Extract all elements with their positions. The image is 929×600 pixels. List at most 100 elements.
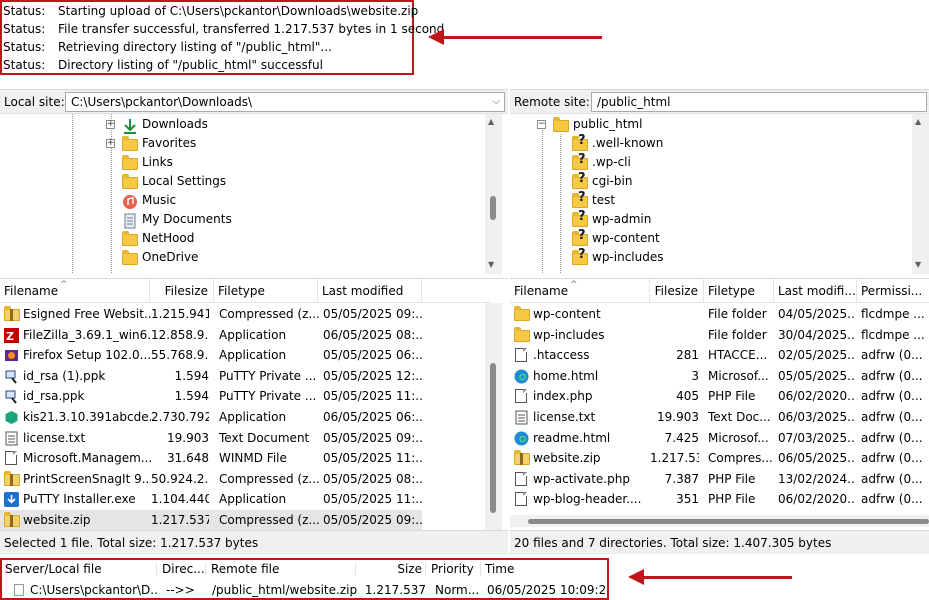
local-site-path-input[interactable]: C:\Users\pckantor\Downloads\ ⌵ — [65, 92, 505, 112]
column-label: Last modifi... — [778, 284, 856, 298]
column-header-filename[interactable]: Filename ^ — [510, 279, 650, 303]
message-log[interactable]: Status: Starting upload of C:\Users\pcka… — [0, 0, 929, 80]
file-type: File folder — [708, 327, 767, 342]
column-header-filetype[interactable]: Filetype — [704, 279, 774, 303]
local-tree-scrollbar[interactable]: ▲ ▼ — [485, 114, 502, 274]
tree-item[interactable]: ? test — [572, 191, 822, 210]
column-header-filesize[interactable]: Filesize — [650, 279, 704, 303]
tree-item[interactable]: Local Settings — [122, 172, 372, 191]
queue-row[interactable]: C:\Users\pckantor\D... -->> /public_html… — [2, 582, 607, 598]
tree-item[interactable]: ? wp-admin — [572, 210, 822, 229]
tree-item-label: Favorites — [142, 136, 197, 150]
file-row[interactable]: Z FileZilla_3.69.1_win6...12.858.9... Appl… — [0, 325, 422, 345]
file-row[interactable]: kis21.3.10.391abcde... 2.730.792 Applicati… — [0, 407, 422, 427]
file-row[interactable]: id_rsa (1).ppk 1.594 PuTTY Private ... 05/0… — [0, 366, 422, 386]
queue-header-priority[interactable]: Priority — [431, 562, 481, 576]
file-modified: 05/05/2025 11:... — [323, 389, 422, 404]
scroll-down-icon[interactable]: ▼ — [915, 260, 921, 269]
file-modified: 02/05/2025... — [778, 348, 856, 363]
tree-item[interactable]: ? cgi-bin — [572, 172, 822, 191]
column-header-permissions[interactable]: Permissi... — [857, 279, 929, 303]
tree-item[interactable]: ? .wp-cli — [572, 153, 822, 172]
tree-item[interactable]: ? wp-content — [572, 229, 822, 248]
installer-icon — [4, 348, 19, 362]
file-size: 1.215.941 — [151, 307, 209, 321]
file-type: Compressed (z... — [219, 471, 319, 486]
tree-item[interactable]: ? .well-known — [572, 134, 822, 153]
tree-item[interactable]: NetHood — [122, 229, 372, 248]
file-type: Microsof... — [708, 430, 769, 445]
remote-directory-tree[interactable]: − public_html ? .well-known ? .wp-cli ? … — [510, 113, 929, 274]
scrollbar-thumb[interactable] — [490, 196, 496, 220]
remote-file-list[interactable]: Filename ^ Filesize Filetype Last modifi… — [510, 278, 929, 530]
column-header-filesize[interactable]: Filesize — [150, 279, 214, 303]
collapse-toggle[interactable]: − — [537, 120, 546, 129]
file-row[interactable]: id_rsa.ppk 1.594 PuTTY Private ... 05/05/20… — [0, 386, 422, 406]
file-row[interactable]: .htaccess 281 HTACCE... 02/05/2025... adfrw … — [510, 345, 929, 365]
file-type: Microsof... — [708, 368, 769, 383]
file-row[interactable]: readme.html 7.425 Microsof... 07/03/2025...… — [510, 428, 929, 448]
scrollbar-thumb[interactable] — [490, 363, 496, 513]
file-row[interactable]: Microsoft.Managem... 31.648 WINMD File 05/0… — [0, 448, 422, 468]
queue-header-time[interactable]: Time — [485, 562, 605, 576]
tree-item[interactable]: Music — [122, 191, 372, 210]
file-name: id_rsa.ppk — [23, 389, 85, 404]
file-row[interactable]: home.html 3 Microsof... 05/05/2025... adfrw … — [510, 366, 929, 386]
tree-item[interactable]: Downloads — [122, 115, 372, 134]
chevron-down-icon[interactable]: ⌵ — [492, 93, 500, 111]
column-header-filetype[interactable]: Filetype — [214, 279, 318, 303]
queue-size: 1.217.537 — [364, 583, 426, 597]
tree-item[interactable]: Favorites — [122, 134, 372, 153]
file-row[interactable]: Firefox Setup 102.0....55.768.9... Applic… — [0, 345, 422, 365]
queue-header-direction[interactable]: Direc... — [162, 562, 206, 576]
local-directory-tree[interactable]: + Downloads + Favorites Links Local Sett… — [0, 113, 508, 274]
file-row[interactable]: website.zip 1.217.537 Compres... 06/05/2025… — [510, 448, 929, 468]
file-perms: adfrw (0... — [861, 348, 923, 363]
folder-icon — [122, 174, 138, 189]
tree-item[interactable]: ? wp-includes — [572, 248, 822, 267]
column-header-last-modified[interactable]: Last modifi... — [774, 279, 857, 303]
queue-header-size[interactable]: Size — [356, 562, 426, 576]
local-file-list[interactable]: Filename ^ Filesize Filetype Last modifi… — [0, 278, 508, 530]
file-modified: 06/02/2020... — [778, 492, 856, 507]
tree-item[interactable]: OneDrive — [122, 248, 372, 267]
tree-item[interactable]: public_html — [553, 115, 803, 134]
file-row[interactable]: wp-activate.php 7.387 PHP File 13/02/2024..… — [510, 469, 929, 489]
remote-site-bar: Remote site: /public_html — [510, 89, 929, 113]
local-list-scrollbar[interactable] — [485, 303, 502, 530]
scroll-up-icon[interactable]: ▲ — [488, 117, 494, 126]
queue-header-remote-file[interactable]: Remote file — [211, 562, 356, 576]
transfer-queue[interactable]: Server/Local file Direc... Remote file S… — [0, 558, 929, 600]
file-row[interactable]: PuTTY Installer.exe 1.104.440 Application 0… — [0, 489, 422, 509]
file-row[interactable]: Esigned Free Websit... 1.215.941 Compresse… — [0, 304, 422, 324]
download-arrow-icon — [122, 118, 138, 134]
file-type: PHP File — [708, 492, 756, 507]
file-row[interactable]: PrintScreenSnagIt 9....50.924.2... Compre… — [0, 469, 422, 489]
file-row[interactable]: index.php 405 PHP File 06/02/2020... adfrw (… — [510, 386, 929, 406]
file-row[interactable]: license.txt 19.903 Text Document 05/05/2025… — [0, 428, 422, 448]
queue-header-server-local-file[interactable]: Server/Local file — [5, 562, 157, 576]
remote-list-hscrollbar[interactable] — [510, 515, 929, 527]
scroll-down-icon[interactable]: ▼ — [488, 260, 494, 269]
file-row[interactable]: wp-content File folder 04/05/2025... flcdmp… — [510, 304, 929, 324]
scrollbar-thumb[interactable] — [528, 519, 929, 524]
file-modified: 07/03/2025... — [778, 430, 856, 445]
file-row[interactable]: license.txt 19.903 Text Doc... 06/03/2025..… — [510, 407, 929, 427]
remote-summary-text: 20 files and 7 directories. Total size: … — [514, 536, 832, 550]
file-type: Text Doc... — [708, 410, 771, 424]
expand-toggle[interactable]: + — [106, 120, 115, 129]
expand-toggle[interactable]: + — [106, 139, 115, 148]
file-size: 3 — [691, 368, 699, 383]
remote-site-path-input[interactable]: /public_html — [591, 92, 927, 112]
scroll-up-icon[interactable]: ▲ — [915, 117, 921, 126]
file-row[interactable]: wp-includes File folder 30/04/2025... flcdm… — [510, 325, 929, 345]
column-header-filename[interactable]: Filename ^ — [0, 279, 150, 303]
column-header-last-modified[interactable]: Last modified — [318, 279, 422, 303]
tree-item-label: My Documents — [142, 212, 232, 226]
remote-tree-scrollbar[interactable]: ▲ ▼ — [912, 114, 929, 274]
file-row[interactable]: website.zip 1.217.537 Compressed (z... 05/0… — [0, 510, 422, 530]
tree-item[interactable]: Links — [122, 153, 372, 172]
file-row[interactable]: wp-blog-header.... 351 PHP File 06/02/2020.… — [510, 489, 929, 509]
file-size: 7.425 — [664, 430, 699, 445]
tree-item[interactable]: My Documents — [122, 210, 372, 229]
